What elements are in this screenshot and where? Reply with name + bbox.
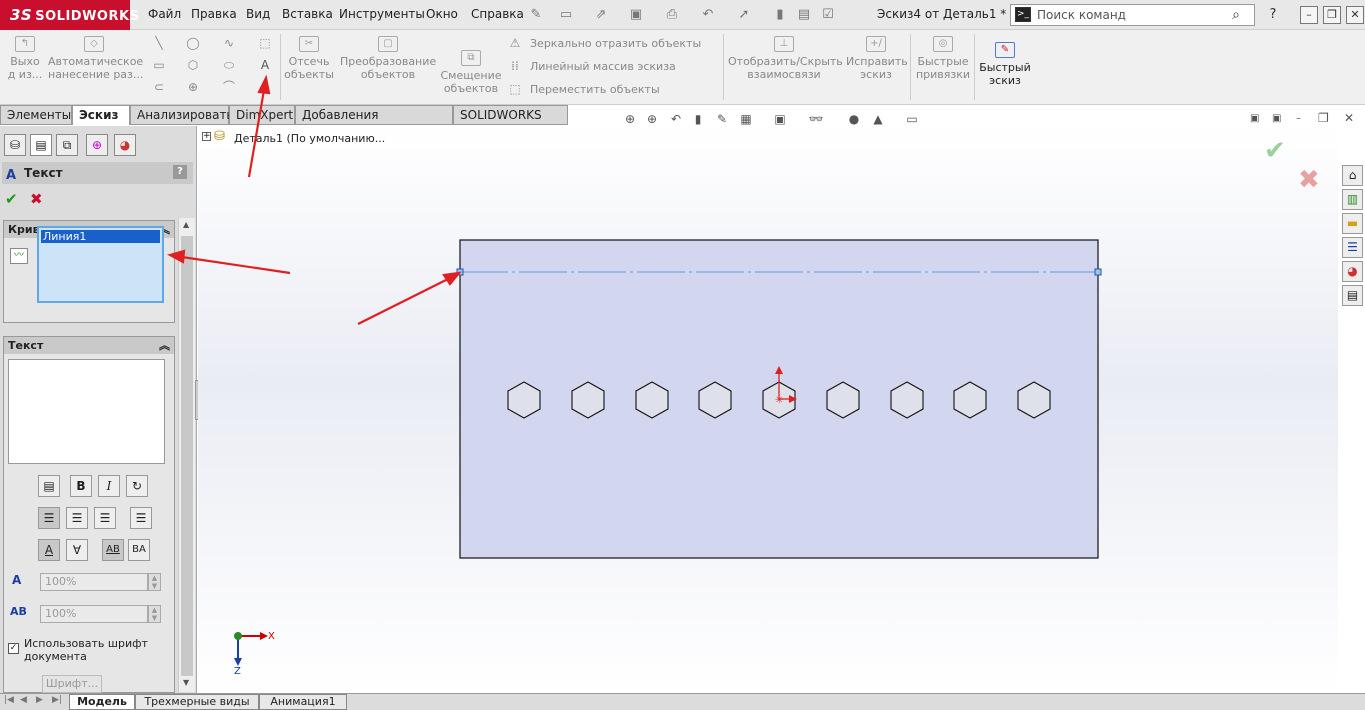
last-tab-icon[interactable]: ▶| bbox=[52, 695, 62, 705]
coordinate-triad bbox=[234, 632, 268, 666]
prev-tab-icon[interactable]: ◀ bbox=[20, 695, 27, 705]
bottom-tab-bar: |◀ ◀ ▶ ▶| Модель Трехмерные виды Анимаци… bbox=[0, 693, 1365, 710]
line-endpoint[interactable] bbox=[1094, 268, 1102, 276]
triad-z-label: Z bbox=[234, 666, 241, 677]
sketch-canvas: ✳ X Z bbox=[167, 74, 1102, 677]
tab-3d-views[interactable]: Трехмерные виды bbox=[135, 694, 259, 710]
triad-x-label: X bbox=[268, 631, 275, 642]
tab-animation[interactable]: Анимация1 bbox=[259, 694, 347, 710]
next-tab-icon[interactable]: ▶ bbox=[36, 695, 43, 705]
first-tab-icon[interactable]: |◀ bbox=[4, 695, 14, 705]
svg-text:✳: ✳ bbox=[775, 395, 783, 406]
tab-model[interactable]: Модель bbox=[69, 694, 135, 710]
annotation-arrows bbox=[167, 74, 462, 325]
